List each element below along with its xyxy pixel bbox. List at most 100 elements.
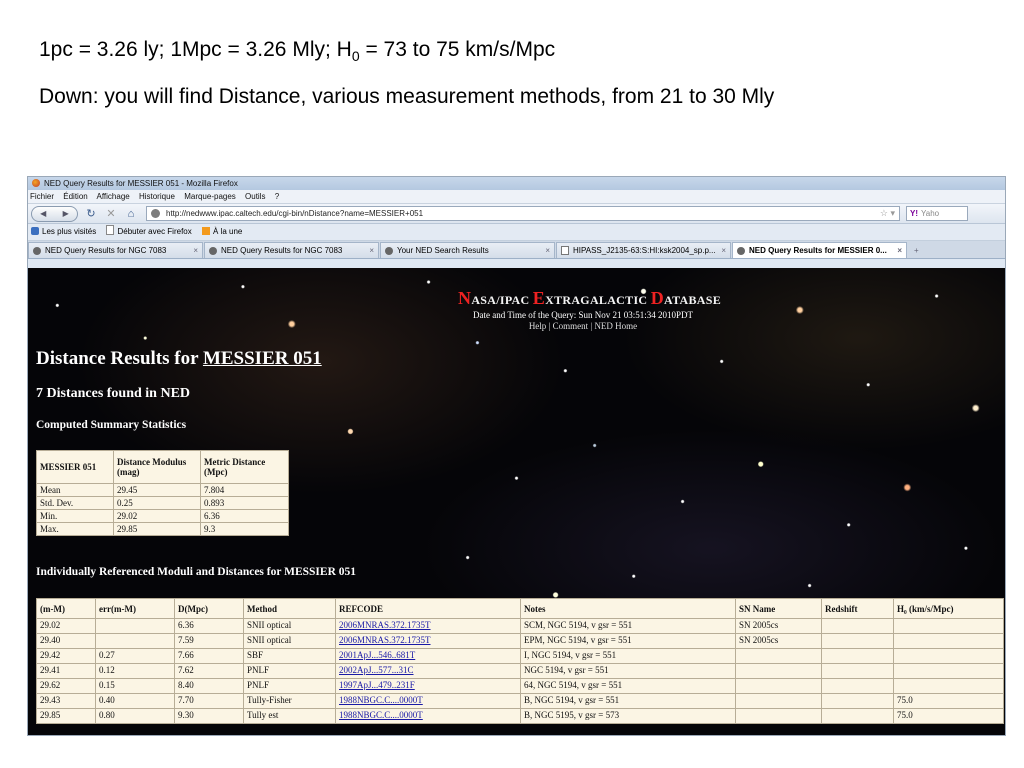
- table-cell: [893, 663, 1004, 679]
- help-link[interactable]: Help: [529, 321, 547, 331]
- table-header-row: MESSIER 051 Distance Modulus (mag) Metri…: [36, 450, 289, 484]
- bookmark-star-icon[interactable]: ☆ ▾: [880, 208, 895, 219]
- column-header: H₀ (km/s/Mpc): [893, 598, 1004, 619]
- back-forward-buttons[interactable]: ◀ ▶: [31, 205, 78, 222]
- summary-heading: Computed Summary Statistics: [36, 419, 187, 431]
- menu-fichier[interactable]: Fichier: [30, 192, 54, 201]
- bookmark-star-icon: [31, 227, 39, 235]
- refcode-link[interactable]: 1988NBGC.C....0000T: [339, 710, 423, 720]
- column-header: SN Name: [735, 598, 822, 619]
- globe-icon: [385, 246, 393, 255]
- tab-label: Your NED Search Results: [397, 246, 489, 255]
- page-title-prefix: Distance Results for: [36, 348, 203, 369]
- table-cell: EPM, NGC 5194, v gsr = 551: [520, 633, 736, 649]
- menu-bar: Fichier Édition Affichage Historique Mar…: [28, 190, 1005, 204]
- ned-links: Help | Comment | NED Home: [528, 321, 638, 331]
- table-cell: [735, 708, 822, 724]
- close-tab-icon[interactable]: ×: [365, 243, 374, 258]
- table-cell: 7.59: [174, 633, 244, 649]
- tab-messier051[interactable]: NED Query Results for MESSIER 0... ×: [732, 242, 907, 258]
- menu-marque-pages[interactable]: Marque-pages: [184, 192, 236, 201]
- bookmarks-bar: Les plus visités Débuter avec Firefox À …: [28, 224, 1005, 241]
- table-cell: 9.3: [200, 522, 289, 536]
- referenced-distances-table: (m-M) err(m-M) D(Mpc) Method REFCODE Not…: [36, 598, 1004, 724]
- menu-help[interactable]: ?: [275, 192, 279, 201]
- url-bar[interactable]: http://nedwww.ipac.caltech.edu/cgi-bin/n…: [146, 206, 900, 221]
- ned-home-link[interactable]: NED Home: [594, 321, 637, 331]
- back-icon[interactable]: ◀: [40, 209, 46, 218]
- table-cell: SNII optical: [243, 633, 336, 649]
- page-icon: [106, 225, 115, 235]
- tab-ngc7083-a[interactable]: NED Query Results for NGC 7083 ×: [28, 242, 203, 258]
- window-title: NED Query Results for MESSIER 051 - Mozi…: [44, 179, 238, 188]
- object-link[interactable]: MESSIER 051: [203, 348, 322, 369]
- url-text[interactable]: http://nedwww.ipac.caltech.edu/cgi-bin/n…: [166, 209, 423, 218]
- table-cell: 0.40: [95, 693, 175, 709]
- references-heading: Individually Referenced Moduli and Dista…: [36, 566, 357, 578]
- table-cell: [893, 633, 1004, 649]
- new-tab-icon[interactable]: +: [908, 243, 925, 258]
- table-cell: 7.70: [174, 693, 244, 709]
- tab-ngc7083-b[interactable]: NED Query Results for NGC 7083 ×: [204, 242, 379, 258]
- column-header: Distance Modulus (mag): [113, 450, 201, 484]
- bookmark-most-visited[interactable]: Les plus visités: [31, 227, 96, 236]
- menu-outils[interactable]: Outils: [245, 192, 265, 201]
- column-header: Metric Distance (Mpc): [200, 450, 289, 484]
- column-header: (m-M): [36, 598, 96, 619]
- globe-icon: [33, 246, 41, 255]
- forward-icon[interactable]: ▶: [63, 209, 69, 218]
- table-cell: [821, 633, 894, 649]
- table-cell: [821, 663, 894, 679]
- tab-hipass[interactable]: HIPASS_J2135-63:S:HI:ksk2004_sp.p... ×: [556, 242, 731, 258]
- yahoo-search-icon[interactable]: Y!: [910, 209, 918, 218]
- table-cell: SBF: [243, 648, 336, 664]
- site-favicon-icon: [151, 209, 160, 218]
- menu-affichage[interactable]: Affichage: [97, 192, 130, 201]
- column-header: D(Mpc): [174, 598, 244, 619]
- firefox-icon: [32, 179, 40, 187]
- close-tab-icon[interactable]: ×: [717, 243, 726, 258]
- query-date: Date and Time of the Query: Sun Nov 21 0…: [473, 310, 693, 320]
- column-header: Redshift: [821, 598, 894, 619]
- table-cell: [821, 708, 894, 724]
- table-header-row: (m-M) err(m-M) D(Mpc) Method REFCODE Not…: [36, 598, 1004, 619]
- bookmark-getting-started[interactable]: Débuter avec Firefox: [106, 225, 192, 236]
- ned-header: NASA/IPAC EXTRAGALACTIC DATABASE Date an…: [458, 288, 721, 331]
- title-initial-d: D: [650, 288, 664, 308]
- table-cell: Min.: [36, 509, 114, 523]
- close-tab-icon[interactable]: ×: [541, 243, 550, 258]
- hubble-constant-text: = 73 to 75 km/s/Mpc: [359, 38, 556, 61]
- bookmark-label: Débuter avec Firefox: [117, 227, 192, 236]
- table-row: Mean 29.45 7.804: [36, 483, 289, 497]
- comment-link[interactable]: Comment: [553, 321, 589, 331]
- stop-icon[interactable]: ✕: [104, 207, 118, 220]
- table-cell: 9.30: [174, 708, 244, 724]
- bookmark-headlines[interactable]: À la une: [201, 227, 242, 236]
- units-text: 1pc = 3.26 ly; 1Mpc = 3.26 Mly; H: [39, 38, 352, 61]
- close-tab-icon[interactable]: ×: [189, 243, 198, 258]
- refcode-link[interactable]: 2006MNRAS.372.1735T: [339, 620, 431, 630]
- table-cell: 29.02: [36, 618, 96, 634]
- tab-bar: NED Query Results for NGC 7083 × NED Quer…: [28, 241, 1005, 259]
- table-row: 29.40 7.59 SNII optical 2006MNRAS.372.1735T…: [36, 633, 1004, 649]
- refcode-link[interactable]: 2002ApJ...577...31C: [339, 665, 414, 675]
- title-word-extragalactic: XTRAGALACTIC: [545, 293, 651, 307]
- search-box[interactable]: Y! Yaho: [906, 206, 968, 221]
- table-row: 29.62 0.15 8.40 PNLF 1997ApJ...479..231F 64, …: [36, 678, 1004, 694]
- table-cell: [735, 693, 822, 709]
- refcode-link[interactable]: 2006MNRAS.372.1735T: [339, 635, 431, 645]
- refcode-link[interactable]: 1997ApJ...479..231F: [339, 680, 415, 690]
- table-cell: 6.36: [200, 509, 289, 523]
- menu-historique[interactable]: Historique: [139, 192, 175, 201]
- tab-ned-search[interactable]: Your NED Search Results ×: [380, 242, 555, 258]
- refcode-link[interactable]: 1988NBGC.C....0000T: [339, 695, 423, 705]
- home-icon[interactable]: ⌂: [124, 208, 138, 220]
- close-tab-icon[interactable]: ×: [893, 243, 902, 258]
- menu-edition[interactable]: Édition: [63, 192, 87, 201]
- distance-count-heading: 7 Distances found in NED: [36, 386, 191, 401]
- refcode-link[interactable]: 2001ApJ...546..681T: [339, 650, 415, 660]
- title-initial-e: E: [532, 288, 546, 308]
- column-header: Notes: [520, 598, 736, 619]
- column-header: REFCODE: [335, 598, 521, 619]
- reload-icon[interactable]: ↻: [84, 207, 98, 220]
